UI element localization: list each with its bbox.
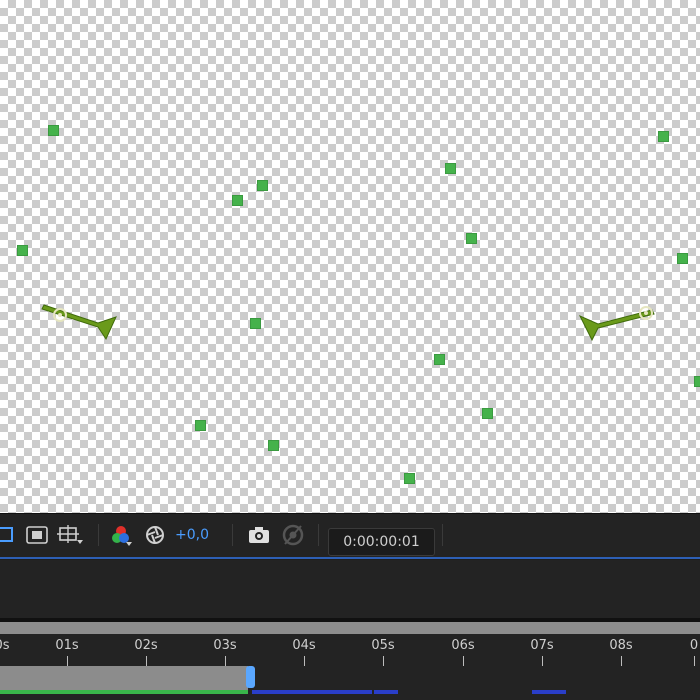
exposure-value-text[interactable]: +0,0 [175, 527, 209, 543]
ruler-label: 03s [213, 638, 237, 653]
current-time-display[interactable]: 0:00:00:01 [328, 528, 435, 556]
ruler-label: 05s [371, 638, 395, 653]
particle [268, 440, 279, 451]
uncached-frames-bar [532, 690, 566, 694]
toolbar-divider [318, 524, 319, 546]
particle [17, 245, 28, 256]
cached-frames-bar [0, 690, 248, 694]
particle [232, 195, 243, 206]
ruler-tick [621, 656, 622, 666]
region-of-interest-icon[interactable] [0, 522, 16, 548]
composition-viewer[interactable] [0, 0, 700, 513]
work-area[interactable] [0, 666, 700, 700]
toolbar-divider [442, 524, 443, 546]
particle [250, 318, 261, 329]
particle [445, 163, 456, 174]
ruler-label: 06s [451, 638, 475, 653]
timeline-panel [0, 560, 700, 618]
current-time-indicator[interactable] [246, 666, 255, 688]
transparency-grid-icon[interactable] [24, 522, 50, 548]
particle [257, 180, 268, 191]
safe-margins-icon[interactable] [56, 522, 86, 548]
toolbar-divider [232, 524, 233, 546]
ruler-label: 01s [55, 638, 79, 653]
toolbar-divider [98, 524, 99, 546]
particle [195, 420, 206, 431]
particle [466, 233, 477, 244]
uncached-frames-bar [374, 690, 398, 694]
particle [404, 473, 415, 484]
channel-color-icon[interactable] [108, 522, 134, 548]
particle [694, 376, 700, 387]
particle [677, 253, 688, 264]
ruler-tick [542, 656, 543, 666]
reset-exposure-icon[interactable] [144, 522, 166, 548]
ruler-label: 07s [530, 638, 554, 653]
show-snapshot-icon[interactable] [280, 522, 306, 548]
particle [482, 408, 493, 419]
ruler-label: 02s [134, 638, 158, 653]
right-emitter[interactable] [578, 300, 658, 350]
ruler-tick [304, 656, 305, 666]
particle [658, 131, 669, 142]
left-emitter[interactable] [38, 295, 118, 345]
time-navigator[interactable] [0, 622, 700, 634]
ruler-label: 0 [689, 638, 699, 653]
ruler-tick [383, 656, 384, 666]
snapshot-icon[interactable] [246, 522, 272, 548]
ruler-tick [225, 656, 226, 666]
uncached-frames-bar [252, 690, 372, 694]
ruler-tick [463, 656, 464, 666]
ruler-label: 0s [0, 638, 10, 653]
ruler-tick [146, 656, 147, 666]
ruler-tick [67, 656, 68, 666]
particle [48, 125, 59, 136]
ruler-label: 04s [292, 638, 316, 653]
particle [434, 354, 445, 365]
ruler-tick [694, 656, 695, 666]
ruler-label: 08s [609, 638, 633, 653]
time-ruler[interactable]: 0s 01s 02s 03s 04s 05s 06s 07s 08s 0 [0, 634, 700, 666]
work-area-bar[interactable] [0, 666, 248, 690]
exposure-value[interactable]: +0,0 [172, 522, 212, 548]
